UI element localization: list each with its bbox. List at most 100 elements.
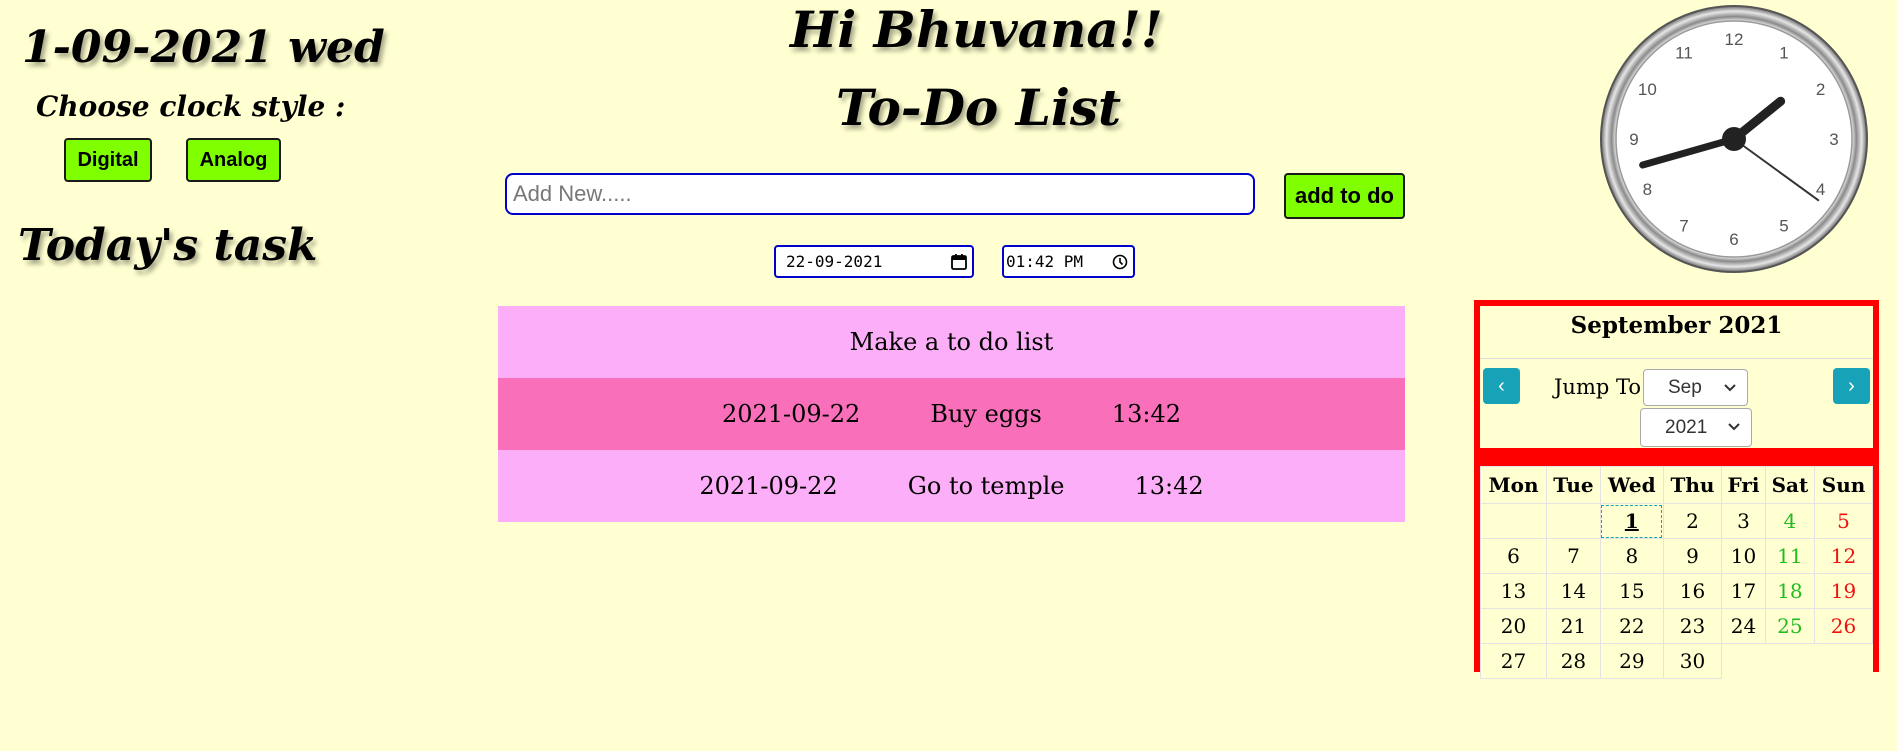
- calendar-day[interactable]: 14: [1545, 573, 1601, 609]
- calendar-empty-cell: [1721, 643, 1766, 679]
- todo-text: Make a to do list: [849, 328, 1054, 356]
- todo-item[interactable]: Make a to do list: [498, 306, 1405, 378]
- calendar-empty-cell: [1814, 643, 1873, 679]
- clock-number: 1: [1779, 43, 1788, 62]
- new-todo-input[interactable]: [505, 173, 1255, 215]
- chevron-down-icon: [1723, 378, 1737, 400]
- prev-month-button[interactable]: ‹: [1483, 368, 1520, 404]
- calendar-day[interactable]: 20: [1480, 608, 1547, 644]
- clock-number: 11: [1675, 43, 1693, 62]
- calendar-day[interactable]: 13: [1480, 573, 1547, 609]
- add-todo-button[interactable]: add to do: [1284, 173, 1405, 219]
- calendar-day[interactable]: 24: [1721, 608, 1766, 644]
- clock-number: 2: [1816, 80, 1825, 99]
- calendar-grid: Mon Tue Wed Thu Fri Sat Sun 1 2 3 4 5 6 7 8 9 10 11 12 13 1…: [1480, 466, 1873, 679]
- todo-text: Buy eggs: [930, 400, 1042, 428]
- next-month-button[interactable]: ›: [1833, 368, 1870, 404]
- weekday-header: Tue: [1545, 466, 1601, 504]
- calendar-day[interactable]: 17: [1721, 573, 1766, 609]
- calendar-day[interactable]: 10: [1721, 538, 1766, 574]
- calendar-day[interactable]: 11: [1764, 538, 1816, 574]
- year-value: 2021: [1665, 416, 1708, 438]
- calendar-day[interactable]: 1: [1599, 503, 1664, 539]
- calendar-empty-cell: [1545, 503, 1601, 539]
- date-picker[interactable]: 22-09-2021: [774, 245, 974, 278]
- weekday-header: Sat: [1764, 466, 1816, 504]
- calendar-day[interactable]: 12: [1814, 538, 1873, 574]
- chevron-down-icon: [1727, 417, 1741, 439]
- todo-item[interactable]: 2021-09-22 Buy eggs 13:42: [498, 378, 1405, 450]
- weekday-header: Thu: [1662, 466, 1723, 504]
- calendar-week: 6 7 8 9 10 11 12: [1480, 538, 1873, 574]
- calendar-day[interactable]: 9: [1662, 538, 1723, 574]
- weekday-header: Sun: [1814, 466, 1873, 504]
- todo-text: Go to temple: [907, 472, 1065, 500]
- date-value: 22-09-2021: [786, 252, 883, 271]
- calendar-day[interactable]: 3: [1721, 503, 1766, 539]
- calendar-week: 27 28 29 30: [1480, 643, 1873, 679]
- todo-date: 2021-09-22: [721, 400, 861, 428]
- clock-number: 12: [1725, 30, 1744, 49]
- calendar-day[interactable]: 23: [1662, 608, 1723, 644]
- clock-icon[interactable]: [1107, 249, 1133, 275]
- calendar-day[interactable]: 28: [1545, 643, 1601, 679]
- calendar-day[interactable]: 19: [1814, 573, 1873, 609]
- todays-task-heading: Today's task: [18, 220, 318, 271]
- calendar-day[interactable]: 2: [1662, 503, 1723, 539]
- weekday-header: Wed: [1599, 466, 1664, 504]
- time-picker[interactable]: 01:42 PM: [1002, 245, 1135, 278]
- clock-number: 8: [1643, 180, 1652, 199]
- calendar-header: September 2021 ‹ Jump To: Sep 2021 ›: [1480, 306, 1873, 448]
- analog-clock-button[interactable]: Analog: [186, 138, 281, 182]
- calendar-day[interactable]: 15: [1599, 573, 1664, 609]
- clock-number: 9: [1629, 130, 1638, 149]
- clock-number: 4: [1816, 180, 1825, 199]
- calendar-day[interactable]: 22: [1599, 608, 1664, 644]
- calendar-day[interactable]: 6: [1480, 538, 1547, 574]
- calendar: September 2021 ‹ Jump To: Sep 2021 › Mon…: [1474, 300, 1879, 679]
- digital-clock-button[interactable]: Digital: [64, 138, 152, 182]
- calendar-day[interactable]: 26: [1814, 608, 1873, 644]
- calendar-day[interactable]: 21: [1545, 608, 1601, 644]
- todo-item[interactable]: 2021-09-22 Go to temple 13:42: [498, 450, 1405, 522]
- calendar-empty-cell: [1480, 503, 1547, 539]
- clock-number: 5: [1779, 217, 1788, 236]
- year-select[interactable]: 2021: [1640, 408, 1752, 447]
- calendar-title: September 2021: [1570, 312, 1783, 339]
- greeting: Hi Bhuvana!!: [790, 0, 1163, 59]
- calendar-week: 20 21 22 23 24 25 26: [1480, 608, 1873, 644]
- calendar-day[interactable]: 30: [1662, 643, 1723, 679]
- calendar-day[interactable]: 25: [1764, 608, 1816, 644]
- clock-number: 6: [1729, 230, 1738, 249]
- jump-to-label: Jump To:: [1554, 375, 1649, 399]
- todo-date: 2021-09-22: [699, 472, 838, 500]
- calendar-day[interactable]: 29: [1599, 643, 1664, 679]
- calendar-week: 13 14 15 16 17 18 19: [1480, 573, 1873, 609]
- page-title: To-Do List: [836, 78, 1122, 137]
- analog-clock: 123456789101112: [1600, 5, 1868, 273]
- calendar-empty-cell: [1765, 643, 1815, 679]
- calendar-day[interactable]: 18: [1764, 573, 1816, 609]
- clock-number: 10: [1638, 80, 1657, 99]
- calendar-day[interactable]: 27: [1480, 643, 1547, 679]
- clock-style-label: Choose clock style :: [36, 90, 346, 123]
- todo-list: Make a to do list 2021-09-22 Buy eggs 13…: [498, 306, 1405, 522]
- month-value: Sep: [1668, 376, 1702, 398]
- calendar-day[interactable]: 16: [1662, 573, 1723, 609]
- todo-time: 13:42: [1134, 472, 1204, 500]
- calendar-day[interactable]: 4: [1764, 503, 1816, 539]
- calendar-day[interactable]: 5: [1814, 503, 1873, 539]
- time-value: 01:42 PM: [1006, 252, 1084, 271]
- clock-number: 3: [1829, 130, 1838, 149]
- current-date: 1-09-2021 wed: [22, 22, 385, 73]
- calendar-day[interactable]: 8: [1599, 538, 1664, 574]
- clock-center: [1722, 127, 1746, 151]
- calendar-icon[interactable]: [946, 249, 972, 275]
- weekday-header: Mon: [1480, 466, 1547, 504]
- calendar-week: 12345: [1480, 503, 1873, 539]
- month-select[interactable]: Sep: [1643, 369, 1748, 406]
- weekday-header: Fri: [1721, 466, 1766, 504]
- calendar-day[interactable]: 7: [1545, 538, 1601, 574]
- todo-time: 13:42: [1111, 400, 1182, 428]
- clock-number: 7: [1679, 217, 1688, 236]
